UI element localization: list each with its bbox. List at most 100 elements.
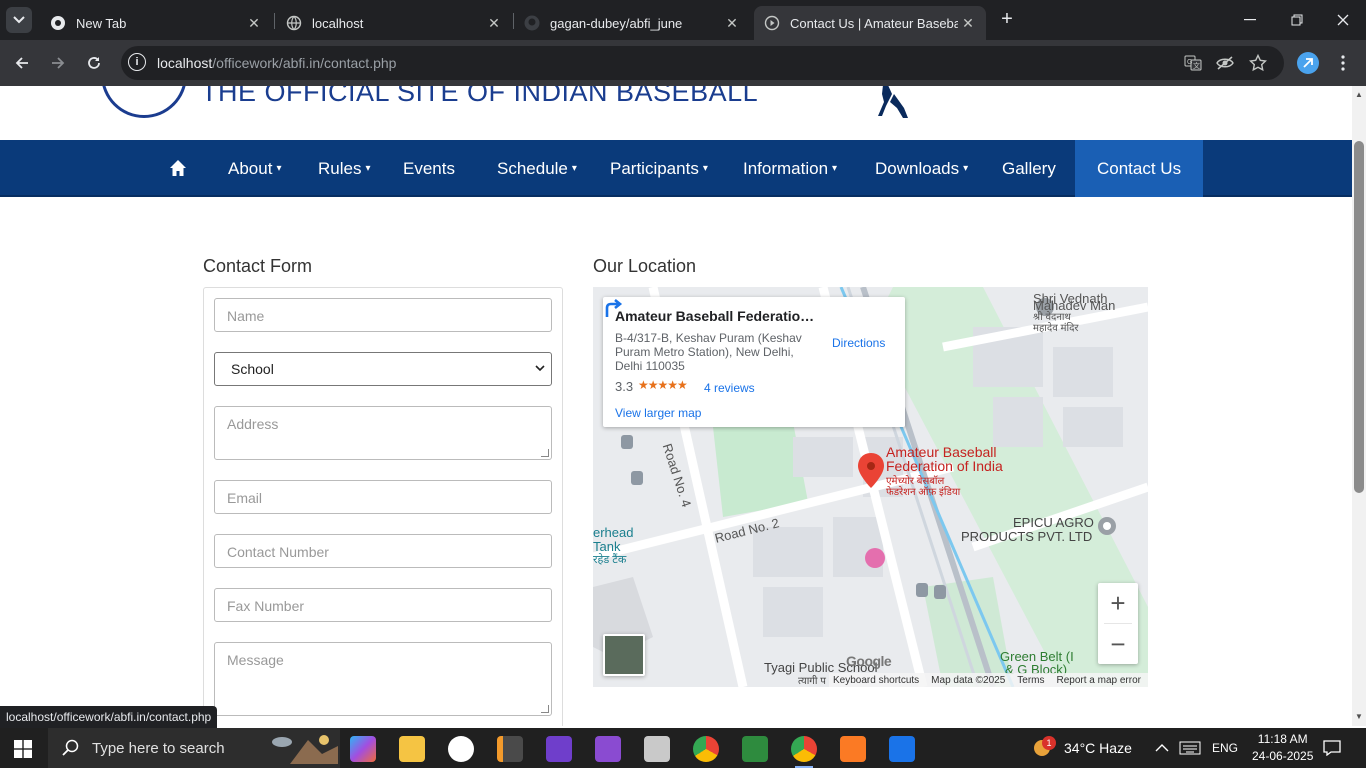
nav-information[interactable]: Information ▾ xyxy=(743,140,837,197)
report-error-link[interactable]: Report a map error xyxy=(1057,675,1141,686)
forward-arrow-icon[interactable] xyxy=(46,51,70,75)
tab-new-tab[interactable]: New Tab ✕ xyxy=(36,6,272,40)
email-input[interactable]: Email xyxy=(214,480,552,514)
back-arrow-icon[interactable] xyxy=(10,51,34,75)
chrome-profile-icon[interactable] xyxy=(791,736,817,768)
name-input[interactable]: Name xyxy=(214,298,552,332)
caret-down-icon: ▾ xyxy=(702,163,708,174)
map-label-tank: Tank xyxy=(593,539,621,554)
search-placeholder: Type here to search xyxy=(92,739,225,757)
zoom-in-button[interactable]: + xyxy=(1098,583,1138,623)
restore-icon[interactable] xyxy=(1285,8,1309,32)
taskbar-search-box[interactable]: Type here to search xyxy=(48,728,340,768)
keyboard-shortcuts-link[interactable]: Keyboard shortcuts xyxy=(833,675,919,686)
close-tab-icon[interactable]: ✕ xyxy=(484,15,504,32)
view-larger-map-link[interactable]: View larger map xyxy=(615,406,701,420)
tab-title: gagan-dubey/abfi_june xyxy=(550,15,683,31)
page-scrollbar[interactable]: ▲ ▼ xyxy=(1352,86,1366,726)
nav-label: Gallery xyxy=(1002,158,1056,178)
search-highlight-illustration xyxy=(272,735,338,764)
resize-handle-icon[interactable] xyxy=(541,705,549,713)
close-window-icon[interactable] xyxy=(1331,8,1355,32)
federation-logo[interactable] xyxy=(101,86,187,118)
zoom-out-button[interactable]: − xyxy=(1098,624,1138,664)
show-hidden-icons-icon[interactable] xyxy=(1155,728,1169,768)
directions-link[interactable]: Directions xyxy=(832,336,885,350)
terms-link[interactable]: Terms xyxy=(1017,675,1044,686)
message-textarea[interactable]: Message xyxy=(214,642,552,716)
home-icon[interactable] xyxy=(169,159,187,177)
caret-down-icon: ▾ xyxy=(832,163,838,174)
taskbar-clock[interactable]: 11:18 AM 24-06-2025 xyxy=(1252,731,1313,765)
nav-downloads[interactable]: Downloads ▾ xyxy=(875,140,968,197)
visual-studio-icon[interactable] xyxy=(595,736,621,762)
nav-label: Rules xyxy=(318,158,362,178)
reload-icon[interactable] xyxy=(82,51,106,75)
tab-search-button[interactable] xyxy=(6,7,32,33)
fax-number-input[interactable]: Fax Number xyxy=(214,588,552,622)
resize-handle-icon[interactable] xyxy=(541,449,549,457)
tab-github[interactable]: gagan-dubey/abfi_june ✕ xyxy=(510,6,750,40)
reviews-link[interactable]: 4 reviews xyxy=(704,381,755,395)
url-host: localhost xyxy=(157,55,213,71)
translate-icon[interactable]: G文 xyxy=(1183,53,1203,73)
type-select[interactable]: School xyxy=(214,352,552,386)
satellite-layer-toggle[interactable] xyxy=(603,634,645,676)
web-page: THE OFFICIAL SITE OF INDIAN BASEBALL Abo… xyxy=(0,86,1352,726)
scroll-thumb[interactable] xyxy=(1354,141,1364,493)
chrome-icon xyxy=(50,15,66,31)
stars: ★★★★★ xyxy=(638,378,688,392)
slack-icon[interactable] xyxy=(448,736,474,762)
nav-participants[interactable]: Participants ▾ xyxy=(610,140,708,197)
placeholder: Address xyxy=(227,416,279,432)
vs-code-icon[interactable] xyxy=(546,736,572,762)
nav-label: About xyxy=(228,158,273,178)
nav-about[interactable]: About ▾ xyxy=(228,140,281,197)
xampp-icon[interactable] xyxy=(840,736,866,762)
caret-down-icon: ▾ xyxy=(365,163,371,174)
map-label-place: Federation of India xyxy=(886,458,1003,474)
minimize-icon[interactable] xyxy=(1238,8,1262,32)
tools-icon[interactable] xyxy=(644,736,670,762)
language-indicator[interactable]: ENG xyxy=(1212,728,1238,768)
eye-off-icon[interactable] xyxy=(1215,53,1235,73)
clock-time: 11:18 AM xyxy=(1257,732,1308,746)
close-tab-icon[interactable]: ✕ xyxy=(722,15,742,32)
copilot-icon[interactable] xyxy=(350,736,376,762)
scroll-down-icon[interactable]: ▼ xyxy=(1355,712,1363,721)
nav-events[interactable]: Events xyxy=(403,140,455,197)
place-address: B-4/317-B, Keshav Puram (Keshav Puram Me… xyxy=(615,331,802,373)
address-textarea[interactable]: Address xyxy=(214,406,552,460)
google-map[interactable]: Shri Vednath Mahadev Man श्री वेदनाथ महा… xyxy=(593,287,1148,687)
new-tab-plus-icon[interactable]: + xyxy=(996,8,1018,32)
close-tab-icon[interactable]: ✕ xyxy=(244,15,264,32)
keyboard-icon[interactable] xyxy=(1179,728,1201,768)
weather-widget[interactable]: 1 34°C Haze xyxy=(1032,728,1132,768)
url-text[interactable]: localhost/officework/abfi.in/contact.php xyxy=(157,55,396,71)
nav-schedule[interactable]: Schedule ▾ xyxy=(497,140,577,197)
tab-contact-us[interactable]: Contact Us | Amateur Baseball F ✕ xyxy=(754,6,986,40)
nav-label: Downloads xyxy=(875,158,960,178)
chrome-taskbar-icon[interactable] xyxy=(693,736,719,762)
bookmark-star-icon[interactable] xyxy=(1248,53,1268,73)
microsoft-store-icon[interactable] xyxy=(889,736,915,762)
site-title: THE OFFICIAL SITE OF INDIAN BASEBALL xyxy=(201,86,759,107)
file-explorer-icon[interactable] xyxy=(399,736,425,762)
contact-number-input[interactable]: Contact Number xyxy=(214,534,552,568)
close-tab-icon[interactable]: ✕ xyxy=(958,15,978,32)
profile-avatar-icon[interactable] xyxy=(1297,52,1319,74)
notifications-icon[interactable] xyxy=(1323,728,1341,768)
sublime-text-icon[interactable] xyxy=(497,736,523,762)
windows-start-icon[interactable] xyxy=(14,740,32,758)
nav-rules[interactable]: Rules ▾ xyxy=(318,140,371,197)
site-info-icon[interactable]: i xyxy=(128,53,146,71)
tab-title: localhost xyxy=(312,15,364,31)
scroll-up-icon[interactable]: ▲ xyxy=(1355,90,1363,99)
directions-icon[interactable] xyxy=(603,297,625,319)
tab-localhost[interactable]: localhost ✕ xyxy=(272,6,512,40)
kebab-menu-icon[interactable] xyxy=(1333,53,1353,73)
spreadsheet-icon[interactable] xyxy=(742,736,768,762)
nav-gallery[interactable]: Gallery xyxy=(1002,140,1056,197)
nav-contact-us[interactable]: Contact Us xyxy=(1075,140,1203,197)
globe-icon xyxy=(286,15,302,31)
